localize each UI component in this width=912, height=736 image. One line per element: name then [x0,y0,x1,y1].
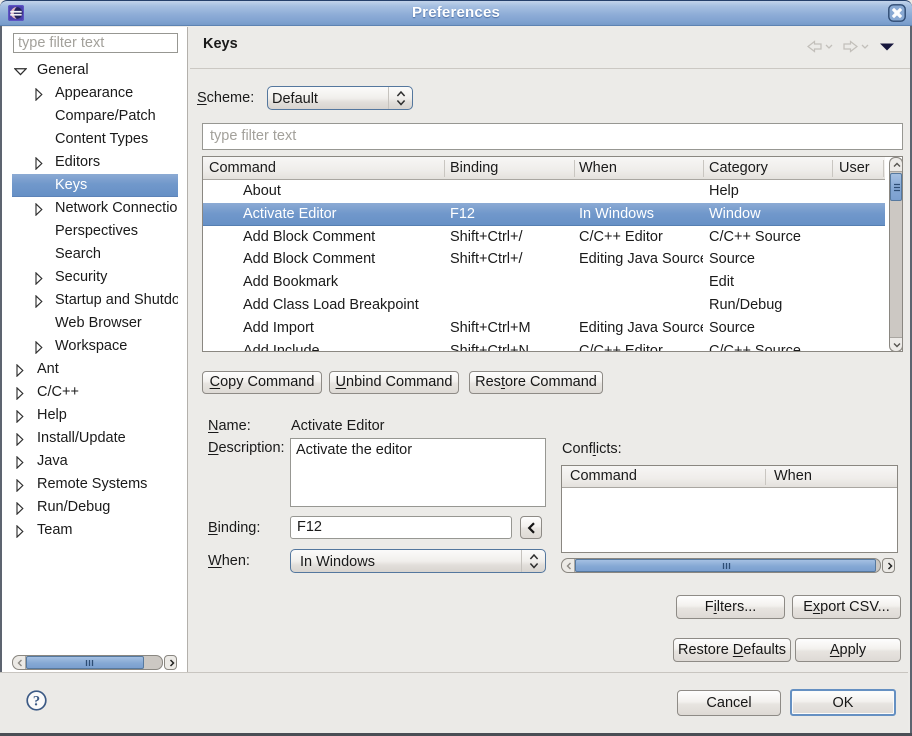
svg-text:?: ? [33,693,40,709]
